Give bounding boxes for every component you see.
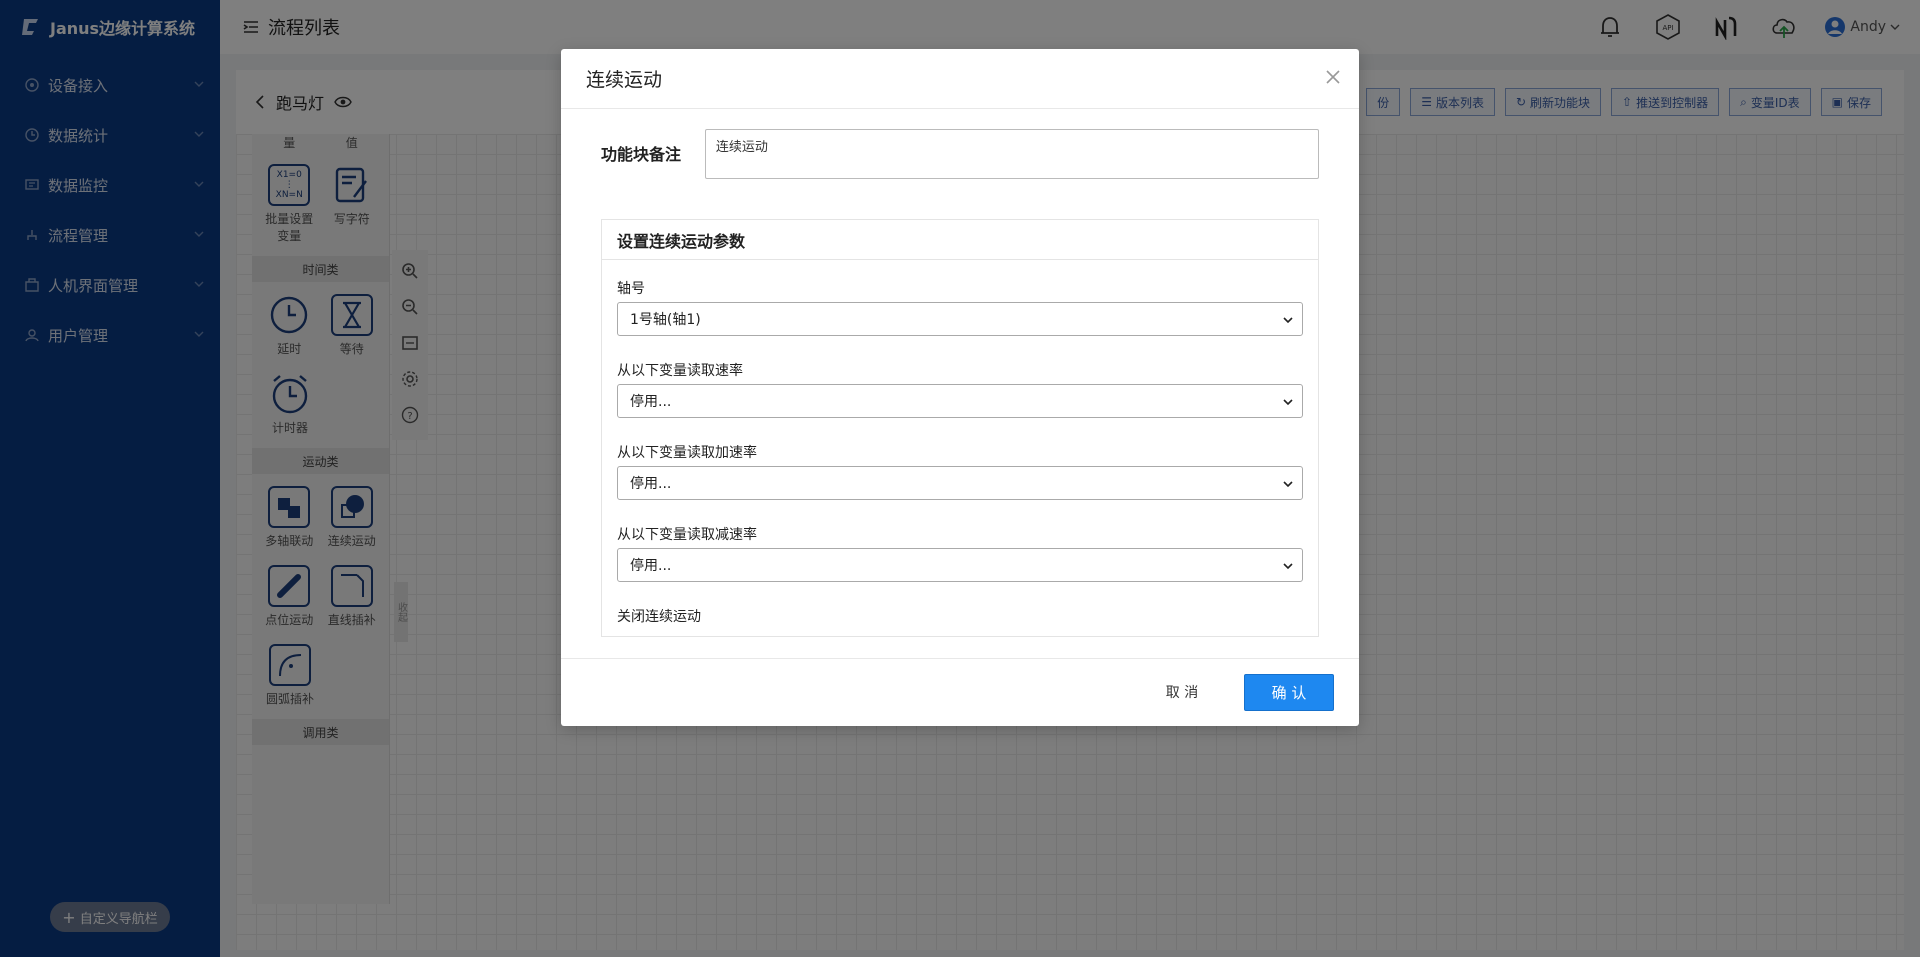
chevron-down-icon <box>1283 399 1293 406</box>
decel-label: 从以下变量读取减速率 <box>617 527 757 543</box>
speed-label: 从以下变量读取速率 <box>617 363 743 379</box>
chevron-down-icon <box>1283 317 1293 324</box>
chevron-down-icon <box>1283 563 1293 570</box>
axis-label: 轴号 <box>617 281 645 297</box>
decel-select-value: 停用... <box>630 558 672 574</box>
remark-input[interactable]: 连续运动 <box>704 129 1319 179</box>
accel-label: 从以下变量读取加速率 <box>617 445 757 461</box>
accel-variable-select[interactable]: 停用... <box>617 466 1303 500</box>
decel-variable-select[interactable]: 停用... <box>617 548 1303 582</box>
cancel-button[interactable]: 取 消 <box>1152 675 1212 709</box>
params-body: 轴号 1号轴(轴1) 从以下变量读取速率 停用... 从以下变量读取加速率 停用… <box>602 260 1318 626</box>
accel-select-value: 停用... <box>630 476 672 492</box>
dialog-body: 功能块备注 连续运动 设置连续运动参数 轴号 1号轴(轴1) 从以下变量读取速率… <box>561 109 1359 637</box>
speed-variable-select[interactable]: 停用... <box>617 384 1303 418</box>
axis-select[interactable]: 1号轴(轴1) <box>617 302 1303 336</box>
chevron-down-icon <box>1283 481 1293 488</box>
close-button[interactable] <box>1321 65 1345 89</box>
continuous-motion-dialog: 连续运动 功能块备注 连续运动 设置连续运动参数 轴号 1号轴(轴1) 从以下变… <box>561 49 1359 726</box>
params-title: 设置连续运动参数 <box>602 220 1318 260</box>
dialog-header: 连续运动 <box>561 49 1359 109</box>
confirm-button[interactable]: 确 认 <box>1244 674 1334 711</box>
speed-select-value: 停用... <box>630 394 672 410</box>
remark-label: 功能块备注 <box>601 145 682 164</box>
params-panel: 设置连续运动参数 轴号 1号轴(轴1) 从以下变量读取速率 停用... 从以下变… <box>601 219 1319 637</box>
dialog-title: 连续运动 <box>586 69 663 91</box>
axis-select-value: 1号轴(轴1) <box>630 312 701 328</box>
dialog-footer: 取 消 确 认 <box>561 658 1359 726</box>
close-continuous-motion-label: 关闭连续运动 <box>617 609 701 625</box>
remark-row: 功能块备注 连续运动 <box>601 129 1319 179</box>
close-icon <box>1326 70 1340 84</box>
